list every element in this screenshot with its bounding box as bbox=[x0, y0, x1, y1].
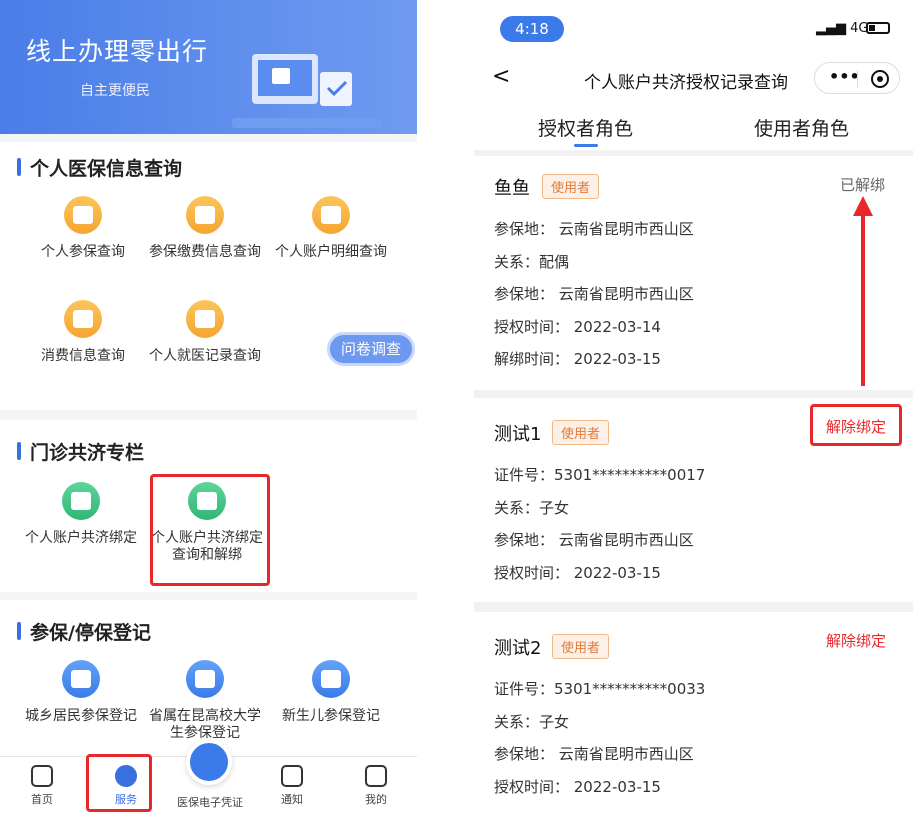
role-tabs: 授权者角色 使用者角色 bbox=[474, 102, 913, 150]
home-icon bbox=[31, 765, 53, 787]
record-field: 证件号：5301**********0033 bbox=[494, 680, 706, 698]
record-field: 参保地： 云南省昆明市西山区 bbox=[494, 531, 694, 549]
service-label: 个人就医记录查询 bbox=[149, 348, 261, 364]
banner-title: 线上办理零出行 bbox=[26, 37, 209, 66]
record-card: 鱼鱼 使用者 已解绑 参保地： 云南省昆明市西山区 关系：配偶 参保地： 云南省… bbox=[474, 156, 913, 390]
payment-icon bbox=[186, 196, 224, 234]
record-name: 测试1 bbox=[494, 424, 542, 445]
baby-icon bbox=[312, 660, 350, 698]
record-query-screen: 4:18 ▂▄▆ 4G < 个人账户共济授权记录查询 ••• 授权者角色 使用者… bbox=[474, 0, 913, 818]
account-bind-service[interactable]: 个人账户共济绑定 bbox=[22, 482, 140, 547]
record-card: 测试2 使用者 解除绑定 证件号：5301**********0033 关系：子… bbox=[474, 612, 913, 818]
graduation-cap-icon bbox=[186, 660, 224, 698]
record-field: 解绑时间： 2022-03-15 bbox=[494, 350, 661, 368]
section-title: 门诊共济专栏 bbox=[30, 442, 145, 464]
battery-icon bbox=[866, 22, 890, 34]
edit-document-icon bbox=[186, 300, 224, 338]
section-marker bbox=[17, 622, 21, 640]
record-field: 参保地： 云南省昆明市西山区 bbox=[494, 285, 694, 303]
personal-insurance-query[interactable]: 个人参保查询 bbox=[24, 196, 142, 261]
back-button[interactable]: < bbox=[492, 64, 510, 89]
account-detail-query[interactable]: 个人账户明细查询 bbox=[272, 196, 390, 261]
yen-coin-icon bbox=[64, 300, 102, 338]
account-book-icon bbox=[312, 196, 350, 234]
tab-home[interactable]: 首页 bbox=[12, 765, 72, 807]
hero-banner: 线上办理零出行 自主更便民 bbox=[0, 0, 417, 134]
tab-notice[interactable]: 通知 bbox=[262, 765, 322, 807]
bottom-tabbar: 首页 服务 医保电子凭证 通知 我的 bbox=[0, 739, 417, 818]
tab-label: 医保电子凭证 bbox=[177, 796, 243, 809]
section-marker bbox=[17, 158, 21, 176]
computer-illustration-icon bbox=[232, 54, 382, 128]
tab-mine[interactable]: 我的 bbox=[346, 765, 406, 807]
role-tag: 使用者 bbox=[552, 420, 610, 445]
record-field: 参保地： 云南省昆明市西山区 bbox=[494, 220, 694, 238]
highlight-box bbox=[810, 404, 902, 446]
nav-bar: < 个人账户共济授权记录查询 ••• bbox=[474, 52, 913, 102]
tab-label: 首页 bbox=[31, 793, 53, 806]
survey-button[interactable]: 问卷调查 bbox=[327, 332, 415, 366]
tab-user[interactable]: 使用者角色 bbox=[754, 114, 849, 141]
consumption-query[interactable]: 消费信息查询 bbox=[24, 300, 142, 365]
medical-record-query[interactable]: 个人就医记录查询 bbox=[146, 300, 264, 365]
notice-icon bbox=[281, 765, 303, 787]
record-field: 关系：子女 bbox=[494, 499, 570, 517]
screenshot-stage: 线上办理零出行 自主更便民 个人医保信息查询 个人参保查询 参保缴费信息查询 个… bbox=[0, 0, 913, 818]
status-bar: 4:18 ▂▄▆ 4G bbox=[474, 0, 913, 52]
miniapp-capsule: ••• bbox=[814, 62, 900, 94]
tab-label: 通知 bbox=[281, 793, 303, 806]
record-field: 证件号：5301**********0017 bbox=[494, 466, 706, 484]
record-field: 授权时间： 2022-03-15 bbox=[494, 778, 661, 796]
highlight-box bbox=[86, 754, 152, 812]
annotation-arrow bbox=[861, 210, 865, 386]
record-field: 关系：子女 bbox=[494, 713, 570, 731]
id-card-icon bbox=[64, 196, 102, 234]
section-title: 参保/停保登记 bbox=[30, 622, 151, 644]
record-field: 授权时间： 2022-03-15 bbox=[494, 564, 661, 582]
record-field: 参保地： 云南省昆明市西山区 bbox=[494, 745, 694, 763]
pen-icon bbox=[62, 660, 100, 698]
more-button[interactable]: ••• bbox=[829, 67, 860, 86]
signal-indicator: ▂▄▆ 4G bbox=[816, 21, 869, 36]
unbound-status: 已解绑 bbox=[840, 176, 886, 194]
service-label: 省属在昆高校大学生参保登记 bbox=[149, 708, 261, 741]
service-label: 个人账户明细查询 bbox=[275, 244, 387, 260]
page-title: 个人账户共济授权记录查询 bbox=[584, 73, 788, 93]
newborn-enrollment[interactable]: 新生儿参保登记 bbox=[272, 660, 390, 725]
close-miniapp-icon[interactable] bbox=[871, 70, 889, 88]
record-field: 授权时间： 2022-03-14 bbox=[494, 318, 661, 336]
service-label: 新生儿参保登记 bbox=[282, 708, 380, 724]
qr-code-icon[interactable] bbox=[186, 739, 232, 785]
resident-enrollment[interactable]: 城乡居民参保登记 bbox=[22, 660, 140, 725]
service-label: 参保缴费信息查询 bbox=[149, 244, 261, 260]
capsule-divider bbox=[857, 70, 858, 88]
active-tab-indicator bbox=[574, 144, 598, 147]
record-field: 关系：配偶 bbox=[494, 253, 570, 271]
tab-grantor[interactable]: 授权者角色 bbox=[538, 114, 633, 141]
role-tag: 使用者 bbox=[552, 634, 610, 659]
service-label: 个人账户共济绑定 bbox=[25, 530, 137, 546]
section-title: 个人医保信息查询 bbox=[30, 158, 183, 180]
highlight-box bbox=[150, 474, 270, 586]
service-label: 消费信息查询 bbox=[41, 348, 125, 364]
service-label: 城乡居民参保登记 bbox=[25, 708, 137, 724]
service-label: 个人参保查询 bbox=[41, 244, 125, 260]
unbind-button[interactable]: 解除绑定 bbox=[826, 630, 886, 651]
personal-info-section: 个人医保信息查询 个人参保查询 参保缴费信息查询 个人账户明细查询 消费信息查询… bbox=[0, 142, 417, 410]
tab-label: 我的 bbox=[365, 793, 387, 806]
payment-info-query[interactable]: 参保缴费信息查询 bbox=[146, 196, 264, 261]
banner-subtitle: 自主更便民 bbox=[80, 83, 150, 99]
role-tag: 使用者 bbox=[542, 174, 600, 199]
clock: 4:18 bbox=[500, 16, 564, 42]
record-name: 测试2 bbox=[494, 638, 542, 659]
section-marker bbox=[17, 442, 21, 460]
camera-icon bbox=[62, 482, 100, 520]
enrollment-section: 参保/停保登记 城乡居民参保登记 省属在昆高校大学生参保登记 新生儿参保登记 bbox=[0, 600, 417, 756]
service-screen: 线上办理零出行 自主更便民 个人医保信息查询 个人参保查询 参保缴费信息查询 个… bbox=[0, 0, 417, 818]
user-icon bbox=[365, 765, 387, 787]
student-enrollment[interactable]: 省属在昆高校大学生参保登记 bbox=[146, 660, 264, 742]
record-name: 鱼鱼 bbox=[494, 178, 530, 199]
